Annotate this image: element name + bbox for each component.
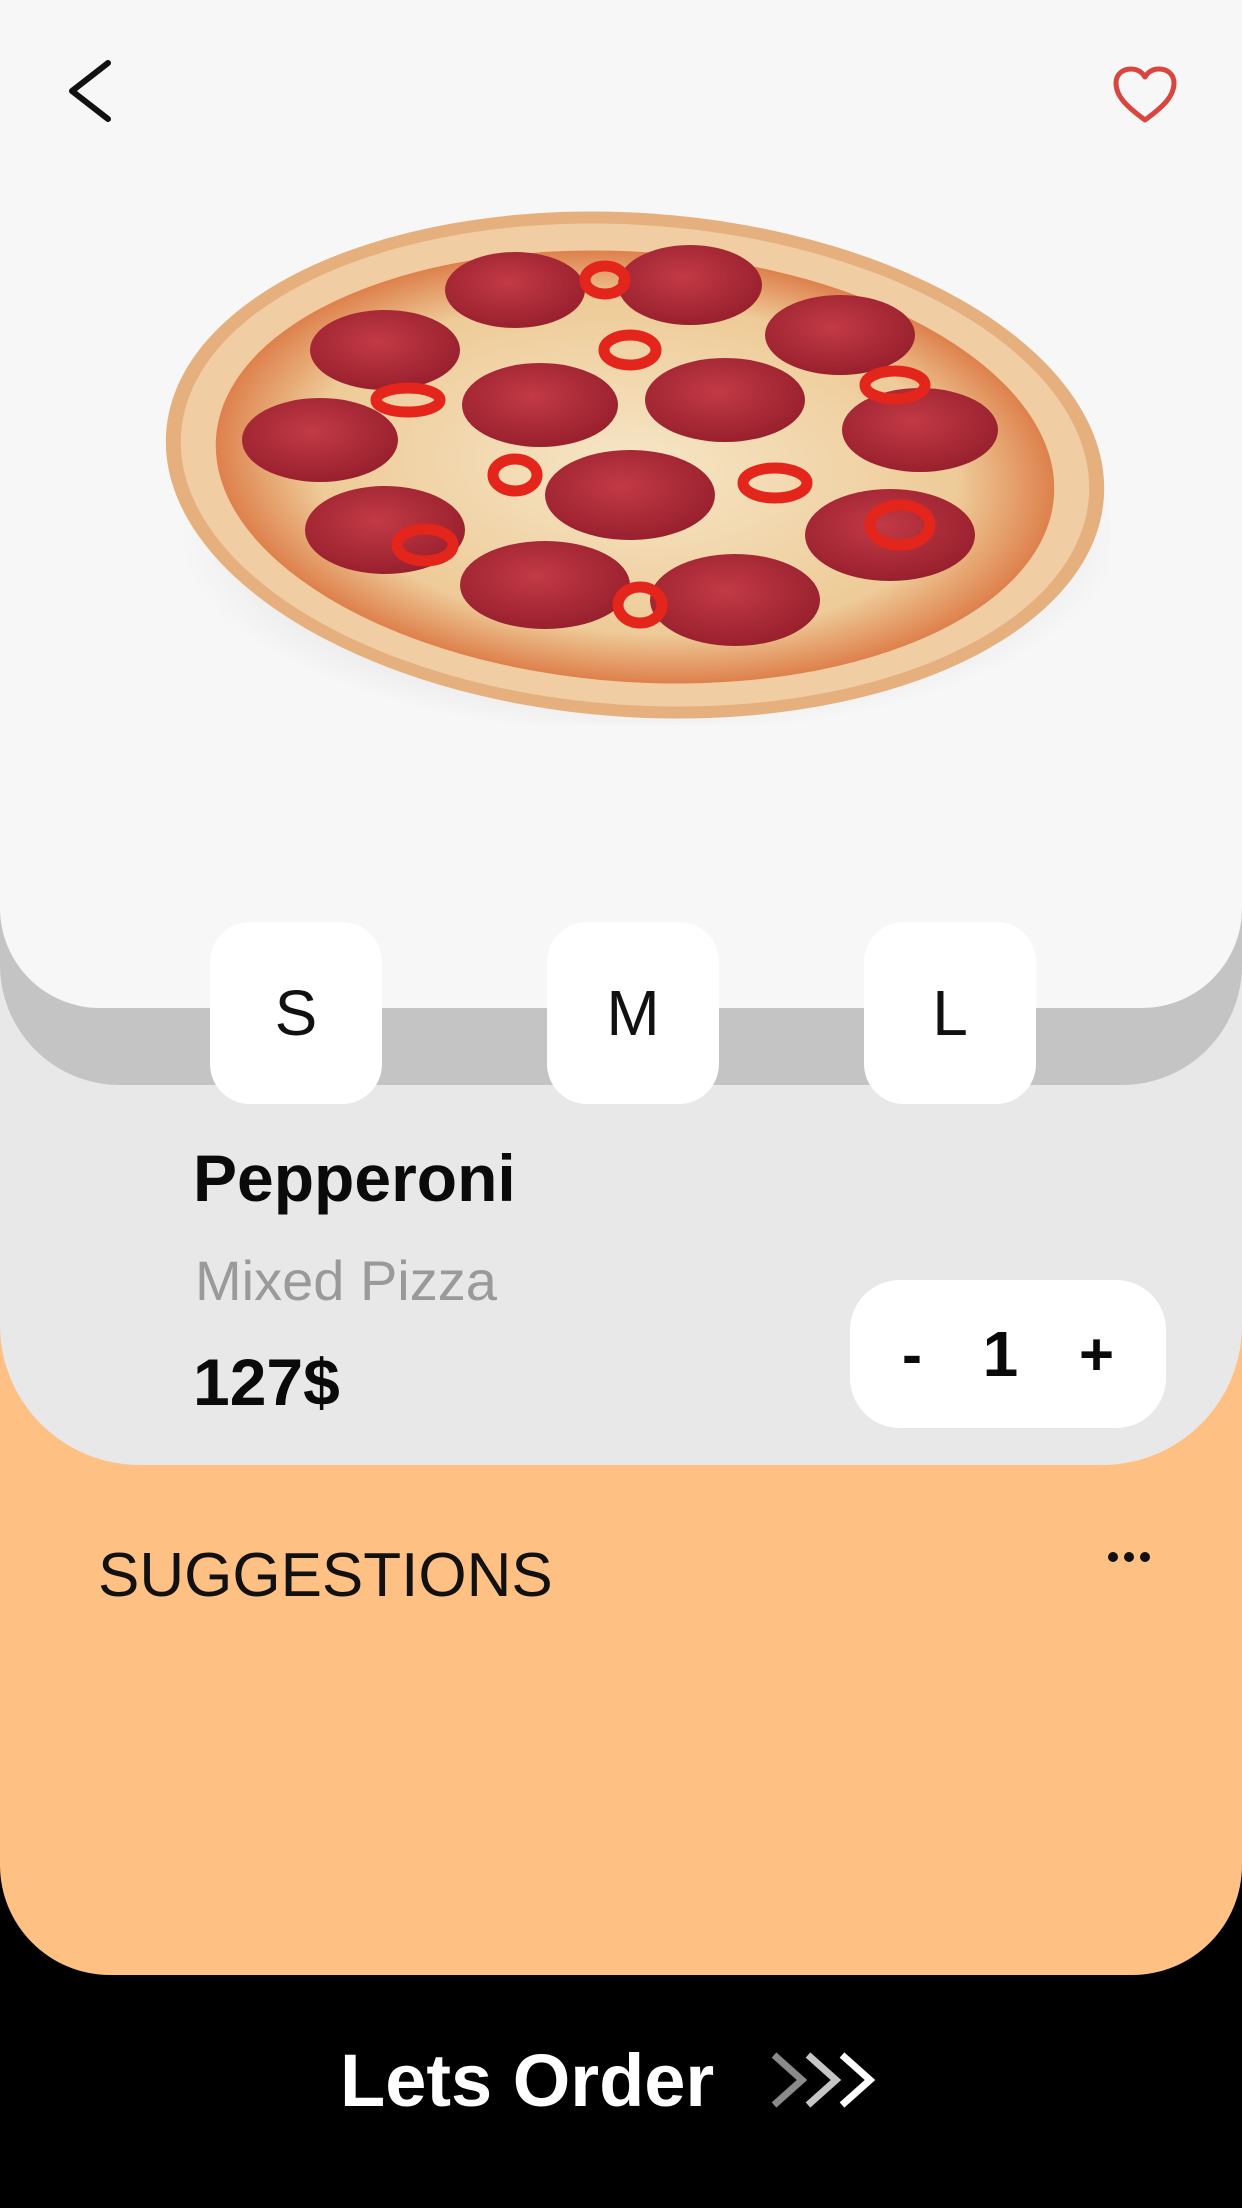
triple-chevron-right-icon (771, 2052, 876, 2108)
product-price: 127$ (193, 1345, 340, 1419)
more-horizontal-icon[interactable] (1108, 1552, 1150, 1562)
order-button[interactable]: Lets Order (340, 2038, 900, 2122)
quantity-value: 1 (982, 1318, 1019, 1390)
product-category: Mixed Pizza (195, 1249, 497, 1312)
size-option-large[interactable]: L (864, 922, 1036, 1104)
size-option-small[interactable]: S (210, 922, 382, 1104)
back-button[interactable] (60, 55, 130, 130)
heart-outline-icon (1113, 66, 1177, 123)
size-option-medium[interactable]: M (547, 922, 719, 1104)
decrement-button[interactable]: - (902, 1320, 922, 1389)
suggestions-title: SUGGESTIONS (98, 1541, 553, 1610)
order-label: Lets Order (340, 2038, 715, 2122)
favorite-button[interactable] (1112, 65, 1178, 125)
quantity-stepper: - 1 + (850, 1280, 1166, 1428)
product-name: Pepperoni (193, 1141, 516, 1215)
increment-button[interactable]: + (1079, 1320, 1114, 1389)
chevron-left-icon (69, 60, 111, 122)
pizza-image (160, 205, 1120, 735)
